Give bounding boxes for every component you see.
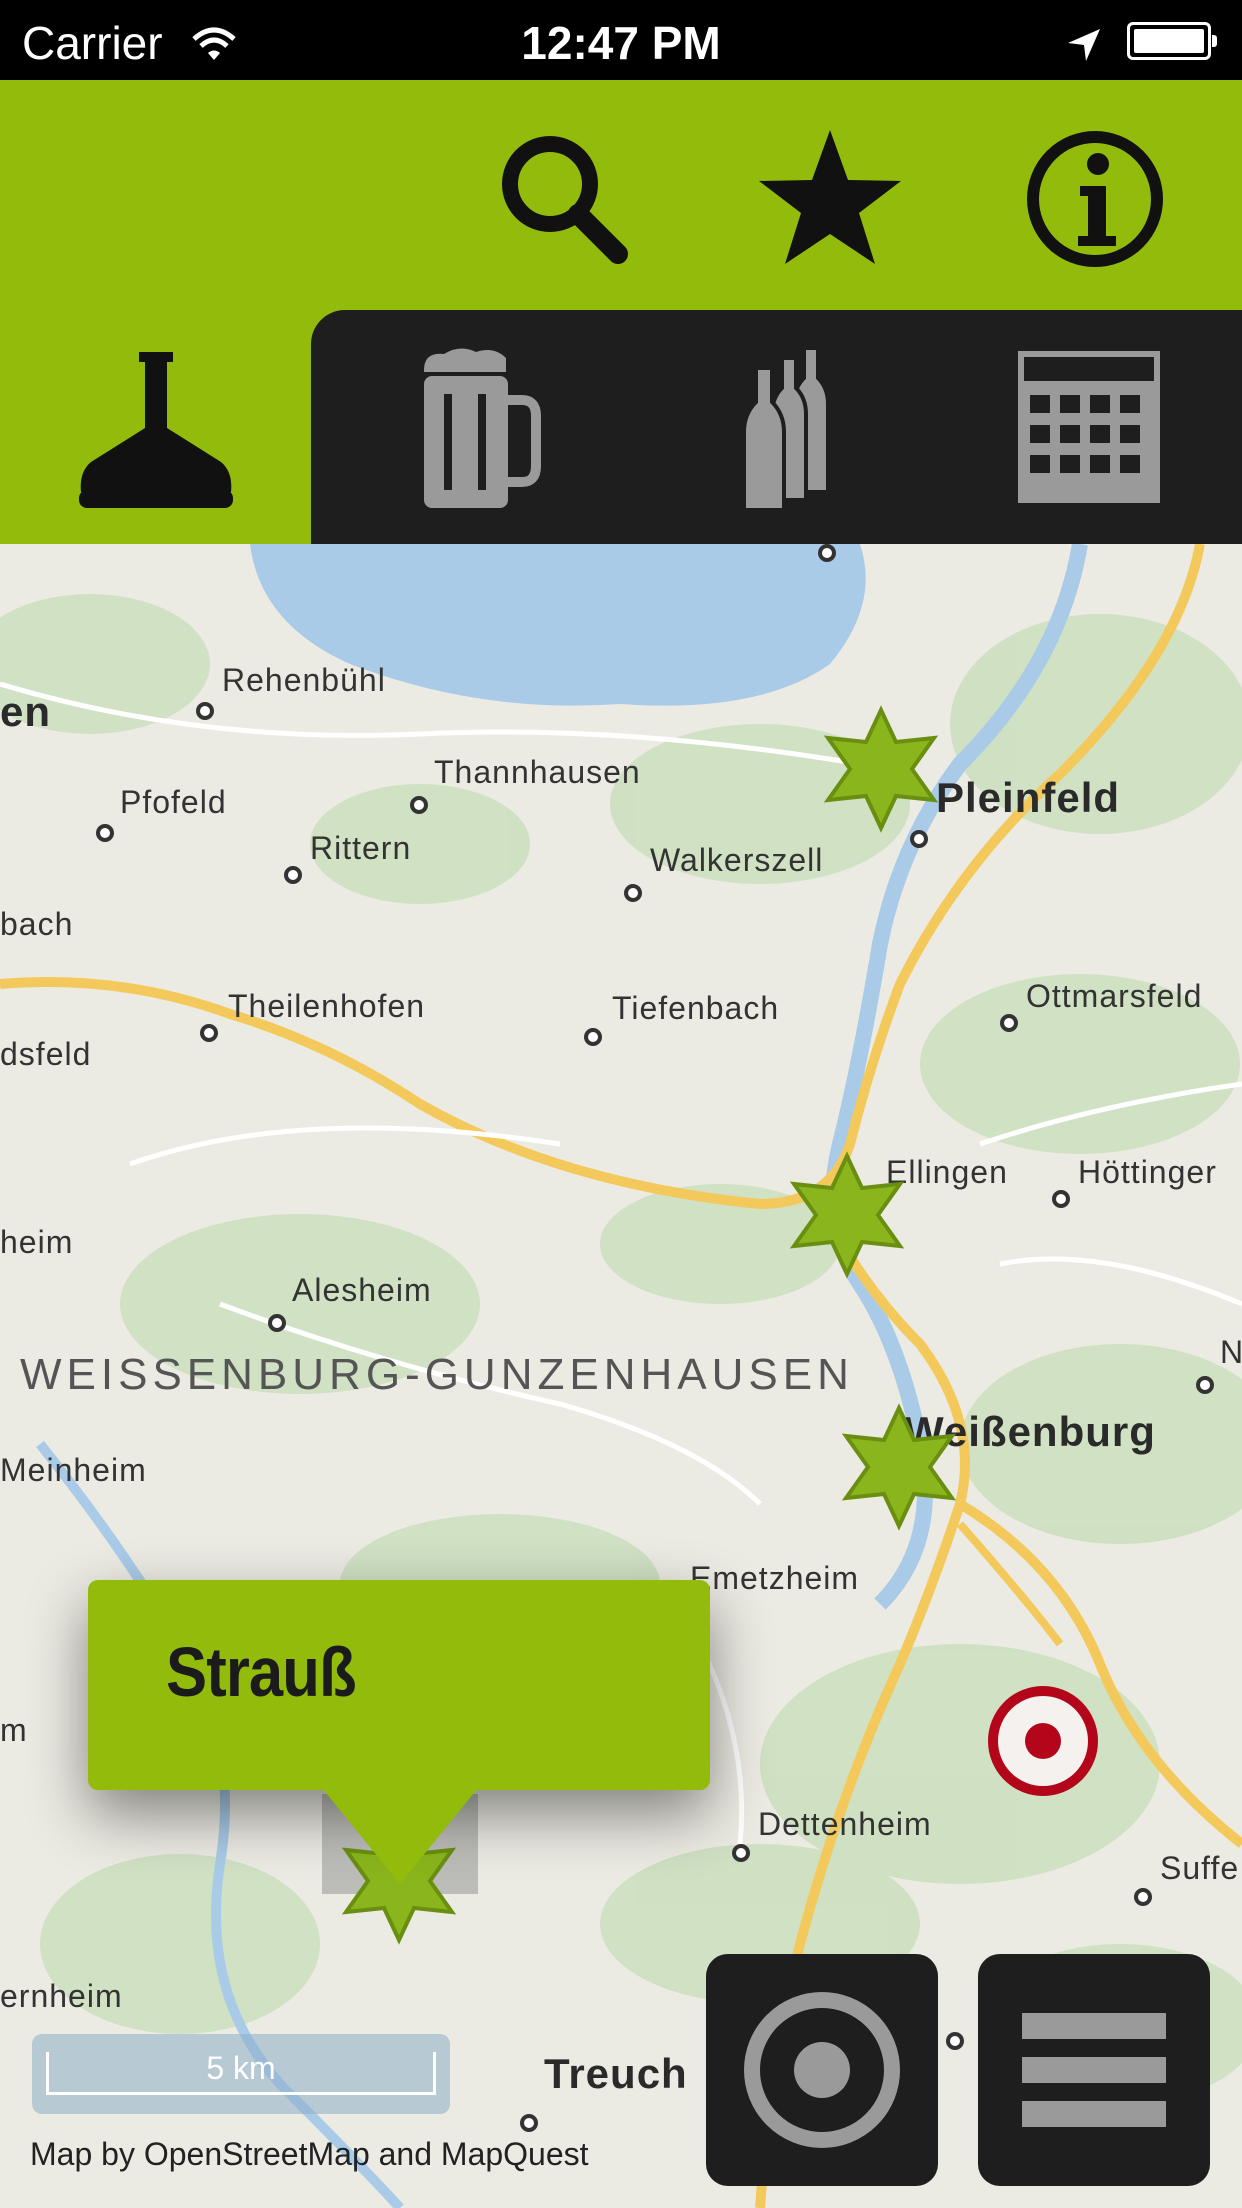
place-suff: Suffe: [1160, 1850, 1240, 1886]
place-pfofeld: Pfofeld: [120, 784, 227, 820]
place-ottmarsfeld: Ottmarsfeld: [1026, 978, 1203, 1014]
place-treuch: Treuch: [544, 2050, 688, 2097]
place-dot: [284, 866, 302, 884]
locate-me-button[interactable]: [706, 1954, 938, 2186]
place-dot: [520, 2114, 538, 2132]
place-rittern: Rittern: [310, 830, 412, 866]
bottles-icon: [742, 346, 830, 512]
place-emetzheim: Emetzheim: [690, 1560, 860, 1596]
place-bach: bach: [0, 906, 74, 942]
info-icon: [1027, 131, 1163, 267]
place-dot: [946, 2032, 964, 2050]
tab-bar: [0, 310, 1242, 544]
brewery-marker[interactable]: [816, 704, 946, 834]
brew-kettle-icon: [78, 352, 233, 508]
map-credit[interactable]: Map by OpenStreetMap and MapQuest: [30, 2136, 589, 2173]
target-icon: [744, 1992, 900, 2148]
place-theilenhofen: Theilenhofen: [228, 988, 426, 1024]
place-dot: [1134, 1888, 1152, 1906]
place-rehenbuehl: Rehenbühl: [222, 662, 386, 698]
info-button[interactable]: [1020, 124, 1170, 274]
place-m: m: [0, 1712, 28, 1748]
brewery-marker[interactable]: [834, 1402, 964, 1532]
place-thannhausen: Thannhausen: [434, 754, 641, 790]
place-dot: [196, 702, 214, 720]
map-scale: 5 km: [32, 2034, 450, 2114]
marker-callout[interactable]: Strauß: [88, 1580, 710, 1790]
search-icon: [502, 136, 628, 264]
place-dot: [818, 544, 836, 562]
status-bar: Carrier 12:47 PM: [0, 0, 1242, 80]
callout-title: Strauß: [166, 1633, 357, 1711]
place-hoettingen: Höttinger: [1078, 1154, 1217, 1190]
callout-pointer: [322, 1788, 478, 1884]
place-ernheim: ernheim: [0, 1978, 123, 2014]
calendar-icon: [1018, 351, 1160, 503]
scale-label: 5 km: [206, 2050, 276, 2086]
place-dot: [96, 824, 114, 842]
beer-mug-icon: [424, 348, 541, 508]
place-dot: [410, 796, 428, 814]
favorites-button[interactable]: [755, 124, 905, 274]
place-dot: [1052, 1190, 1070, 1208]
star-icon: [759, 130, 901, 264]
brewery-marker[interactable]: [782, 1150, 912, 1280]
place-dot: [200, 1024, 218, 1042]
place-heim: heim: [0, 1224, 74, 1260]
tab-beers[interactable]: [330, 310, 630, 544]
place-dot: [584, 1028, 602, 1046]
battery-icon: [1127, 22, 1217, 60]
place-meinheim: Meinheim: [0, 1452, 147, 1488]
place-dot: [732, 1844, 750, 1862]
current-location-icon: [988, 1686, 1098, 1796]
place-en: en: [0, 688, 52, 735]
place-pleinfeld: Pleinfeld: [936, 774, 1121, 821]
place-dot: [624, 884, 642, 902]
app-header: [0, 80, 1242, 310]
tab-bottles[interactable]: [636, 310, 936, 544]
place-n: N: [1220, 1334, 1242, 1370]
clock: 12:47 PM: [521, 17, 721, 69]
tab-breweries[interactable]: [0, 310, 311, 544]
place-walkerszell: Walkerszell: [650, 842, 824, 878]
search-button[interactable]: [490, 124, 640, 274]
place-dot: [1000, 1014, 1018, 1032]
place-dsfeld: dsfeld: [0, 1036, 92, 1072]
place-dot: [268, 1314, 286, 1332]
place-dettenheim: Dettenheim: [758, 1806, 932, 1842]
place-dot: [1196, 1376, 1214, 1394]
location-arrow-icon: [1066, 20, 1102, 74]
tab-events[interactable]: [936, 310, 1242, 544]
list-menu-button[interactable]: [978, 1954, 1210, 2186]
district-label: WEISSENBURG-GUNZENHAUSEN: [20, 1350, 854, 1399]
menu-icon: [1022, 2013, 1166, 2127]
place-alesheim: Alesheim: [292, 1272, 432, 1308]
place-tiefenbach: Tiefenbach: [612, 990, 780, 1026]
